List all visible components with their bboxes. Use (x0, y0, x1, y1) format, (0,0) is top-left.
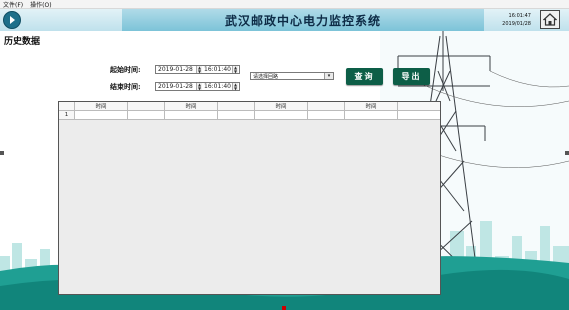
table-row[interactable]: 1 (59, 111, 440, 120)
page-title: 历史数据 (4, 37, 41, 47)
end-time-value[interactable]: 16:01:40 (202, 83, 232, 90)
column-header[interactable]: 时间 (255, 102, 308, 110)
back-button[interactable] (3, 11, 21, 29)
column-header[interactable]: 时间 (165, 102, 218, 110)
app-header: 武汉邮政中心电力监控系统 16:01:47 2019/01/28 (0, 9, 569, 31)
chevron-down-icon[interactable]: ▾ (324, 73, 333, 79)
column-header[interactable]: 时间 (75, 102, 128, 110)
table-cell[interactable] (345, 111, 398, 119)
column-header[interactable] (218, 102, 255, 110)
title-band: 武汉邮政中心电力监控系统 (122, 9, 484, 31)
clock: 16:01:47 2019/01/28 (491, 12, 531, 28)
start-time-spinner[interactable]: ▲ ▼ (232, 66, 238, 73)
table-cell[interactable] (255, 111, 308, 119)
resize-handle-bottom[interactable] (282, 306, 286, 310)
start-datetime-picker[interactable]: 2019-01-28 ▲ ▼ 16:01:40 ▲ ▼ (155, 65, 240, 74)
home-button[interactable] (540, 10, 560, 29)
menu-bar: 文件(F) 操作(O) (0, 0, 569, 9)
column-header[interactable] (308, 102, 345, 110)
end-time-label: 结束时间: (110, 82, 141, 91)
column-header[interactable] (398, 102, 440, 110)
resize-handle-left[interactable] (0, 151, 4, 155)
circuit-select-value: 请选择回路 (253, 73, 279, 80)
table-cell[interactable] (218, 111, 255, 119)
table-header: 时间 时间 时间 时间 (59, 102, 440, 111)
menu-operation[interactable]: 操作(O) (30, 0, 51, 9)
end-datetime-picker[interactable]: 2019-01-28 ▲ ▼ 16:01:40 ▲ ▼ (155, 82, 240, 91)
table-cell[interactable] (128, 111, 165, 119)
table-cell[interactable] (165, 111, 218, 119)
menu-file[interactable]: 文件(F) (3, 0, 23, 9)
query-button[interactable]: 查询 (346, 68, 383, 85)
table-cell[interactable] (398, 111, 440, 119)
back-arrow-icon (10, 16, 15, 24)
start-time-label: 起始时间: (110, 65, 141, 74)
column-header[interactable]: 时间 (345, 102, 398, 110)
row-header-corner (59, 102, 75, 110)
home-icon (543, 13, 557, 26)
table-cell[interactable] (308, 111, 345, 119)
history-data-table[interactable]: 时间 时间 时间 时间 1 (58, 101, 441, 295)
circuit-select[interactable]: 请选择回路 ▾ (250, 72, 334, 80)
end-date-value[interactable]: 2019-01-28 (156, 83, 196, 90)
export-button[interactable]: 导出 (393, 68, 430, 85)
resize-handle-right[interactable] (565, 151, 569, 155)
end-time-spinner[interactable]: ▲ ▼ (232, 83, 238, 90)
table-cell[interactable] (75, 111, 128, 119)
start-date-value[interactable]: 2019-01-28 (156, 66, 196, 73)
clock-time: 16:01:47 (508, 13, 531, 19)
clock-date: 2019/01/28 (502, 21, 531, 27)
app-title: 武汉邮政中心电力监控系统 (224, 13, 381, 28)
column-header[interactable] (128, 102, 165, 110)
start-time-value[interactable]: 16:01:40 (202, 66, 232, 73)
row-number: 1 (59, 111, 75, 119)
